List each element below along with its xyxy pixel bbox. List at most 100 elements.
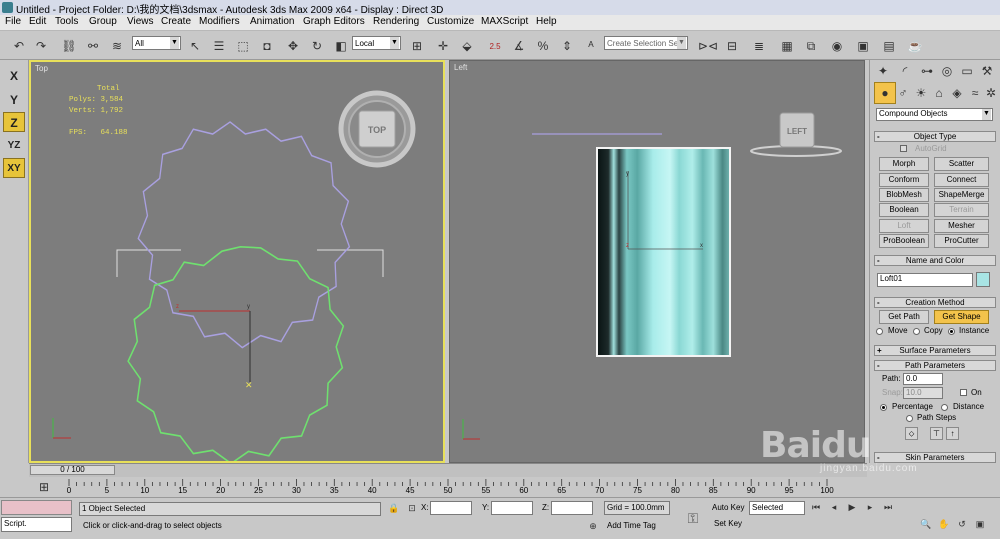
rect-selection-icon[interactable]: ⬚	[232, 35, 254, 57]
get-path-button[interactable]: Get Path	[879, 310, 929, 324]
rollout-surface-parameters[interactable]: + Surface Parameters	[874, 345, 996, 356]
percentage-radio[interactable]	[880, 404, 887, 411]
menu-edit[interactable]: Edit	[29, 16, 46, 27]
menu-modifiers[interactable]: Modifiers	[199, 16, 240, 27]
align-icon[interactable]: ⊟	[721, 35, 743, 57]
shapemerge-button[interactable]: ShapeMerge	[934, 188, 989, 202]
lock-selection-icon[interactable]: 🔒	[386, 500, 402, 516]
move-radio[interactable]	[876, 328, 883, 335]
previous-frame-icon[interactable]: ◂	[826, 499, 842, 515]
menu-rendering[interactable]: Rendering	[373, 16, 419, 27]
distance-radio[interactable]	[941, 404, 948, 411]
instance-radio[interactable]	[948, 328, 955, 335]
undo-icon[interactable]: ↶	[8, 35, 30, 57]
maxscript-listener-mini[interactable]	[1, 500, 72, 515]
schematic-view-icon[interactable]: ⧉	[800, 35, 822, 57]
menu-views[interactable]: Views	[127, 16, 154, 27]
window-crossing-icon[interactable]: ◘	[256, 35, 278, 57]
axis-z-button[interactable]: Z	[3, 112, 25, 132]
pivot-center-icon[interactable]: ⊞	[406, 35, 428, 57]
selected-star-spline[interactable]	[127, 245, 345, 461]
rendered-frame-window-icon[interactable]: ▤	[878, 35, 900, 57]
menu-customize[interactable]: Customize	[427, 16, 474, 27]
orbit-icon[interactable]: ↺	[954, 516, 970, 532]
move-icon[interactable]: ✥	[282, 35, 304, 57]
material-editor-icon[interactable]: ◉	[826, 35, 848, 57]
auto-key-button[interactable]: Auto Key	[712, 503, 744, 512]
go-to-end-icon[interactable]: ⏭	[880, 499, 896, 515]
next-frame-icon[interactable]: ▸	[862, 499, 878, 515]
next-shape-icon[interactable]: ↑	[946, 427, 959, 440]
connect-button[interactable]: Connect	[934, 173, 989, 187]
copy-radio[interactable]	[913, 328, 920, 335]
select-object-icon[interactable]: ↖	[184, 35, 206, 57]
curve-editor-icon[interactable]: ▦	[776, 35, 798, 57]
mirror-icon[interactable]: ⊳⊲	[697, 35, 719, 57]
blobmesh-button[interactable]: BlobMesh	[879, 188, 929, 202]
menu-graph-editors[interactable]: Graph Editors	[303, 16, 365, 27]
rollout-object-type[interactable]: - Object Type	[874, 131, 996, 142]
display-tab-icon[interactable]: ▭	[956, 60, 978, 82]
angle-snap-icon[interactable]: ∡	[508, 35, 530, 57]
absolute-relative-toggle-icon[interactable]: ⊡	[404, 500, 420, 516]
modify-tab-icon[interactable]: ◜	[894, 60, 916, 82]
loft-object[interactable]	[596, 147, 731, 357]
object-name-field[interactable]: Loft01	[877, 273, 973, 287]
render-setup-icon[interactable]: ▣	[852, 35, 874, 57]
proboolean-button[interactable]: ProBoolean	[879, 234, 929, 248]
get-shape-button[interactable]: Get Shape	[934, 310, 989, 324]
spinner-snap-icon[interactable]: ⇕	[556, 35, 578, 57]
viewcube[interactable]: LEFT	[750, 112, 842, 157]
scatter-button[interactable]: Scatter	[934, 157, 989, 171]
utilities-tab-icon[interactable]: ⚒	[976, 60, 998, 82]
axis-xy-button[interactable]: XY	[3, 158, 25, 178]
percent-snap-icon[interactable]: %	[532, 35, 554, 57]
menu-maxscript[interactable]: MAXScript	[481, 16, 528, 27]
menu-animation[interactable]: Animation	[250, 16, 294, 27]
menu-tools[interactable]: Tools	[55, 16, 78, 27]
conform-button[interactable]: Conform	[879, 173, 929, 187]
hierarchy-tab-icon[interactable]: ⊶	[916, 60, 938, 82]
unlink-icon[interactable]: ⚯	[82, 35, 104, 57]
layer-manager-icon[interactable]: ≣	[748, 35, 770, 57]
snap-value-spinner[interactable]: 10.0	[903, 387, 943, 399]
systems-icon[interactable]: ✲	[980, 82, 1000, 104]
menu-file[interactable]: File	[5, 16, 21, 27]
menu-help[interactable]: Help	[536, 16, 557, 27]
rollout-name-and-color[interactable]: - Name and Color	[874, 255, 996, 266]
named-selection-set-dropdown[interactable]: Create Selection Set ▼	[604, 36, 688, 50]
autogrid-checkbox[interactable]	[900, 145, 907, 152]
select-link-icon[interactable]: ⛓	[58, 35, 80, 57]
axis-yz-button[interactable]: YZ	[3, 136, 25, 156]
pan-icon[interactable]: ✋	[936, 516, 952, 532]
time-slider-thumb[interactable]: 0 / 100	[30, 465, 115, 475]
procutter-button[interactable]: ProCutter	[934, 234, 989, 248]
star-spline-shape[interactable]	[137, 121, 351, 349]
scale-icon[interactable]: ◧	[330, 35, 352, 57]
menu-create[interactable]: Create	[161, 16, 191, 27]
morph-button[interactable]: Morph	[879, 157, 929, 171]
previous-shape-icon[interactable]: ⊤	[930, 427, 943, 440]
path-value-spinner[interactable]: 0.0	[903, 373, 943, 385]
create-tab-icon[interactable]: ✦	[872, 60, 894, 82]
bind-space-warp-icon[interactable]: ≋	[106, 35, 128, 57]
path-steps-radio[interactable]	[906, 415, 913, 422]
rotate-icon[interactable]: ↻	[306, 35, 328, 57]
edit-named-selection-icon[interactable]: ᴬ	[580, 35, 602, 57]
rollout-creation-method[interactable]: - Creation Method	[874, 297, 996, 308]
y-coordinate-field[interactable]	[491, 501, 533, 515]
redo-icon[interactable]: ↷	[30, 35, 52, 57]
viewport-left[interactable]: Left LEFT y z x	[449, 60, 865, 463]
manipulate-icon[interactable]: ✛	[432, 35, 454, 57]
terrain-button[interactable]: Terrain	[934, 203, 989, 217]
maximize-viewport-icon[interactable]: ▣	[972, 516, 988, 532]
axis-y-button[interactable]: Y	[3, 90, 25, 110]
selection-filter-dropdown[interactable]: All ▼	[132, 36, 181, 50]
category-dropdown[interactable]: Compound Objects ▼	[876, 108, 993, 121]
menu-group[interactable]: Group	[89, 16, 117, 27]
rollout-path-parameters[interactable]: - Path Parameters	[874, 360, 996, 371]
track-bar[interactable]: ⊞ 0 5 10 15 20 25 30 35 40 45 50 55 60 65 70 75 80 85 90 95…	[0, 477, 869, 497]
viewport-top[interactable]: Top Total Polys: 3,584 Verts: 1,792 FPS:…	[29, 60, 445, 463]
viewcube[interactable]: TOP	[338, 90, 416, 168]
axis-x-button[interactable]: X	[3, 66, 25, 86]
